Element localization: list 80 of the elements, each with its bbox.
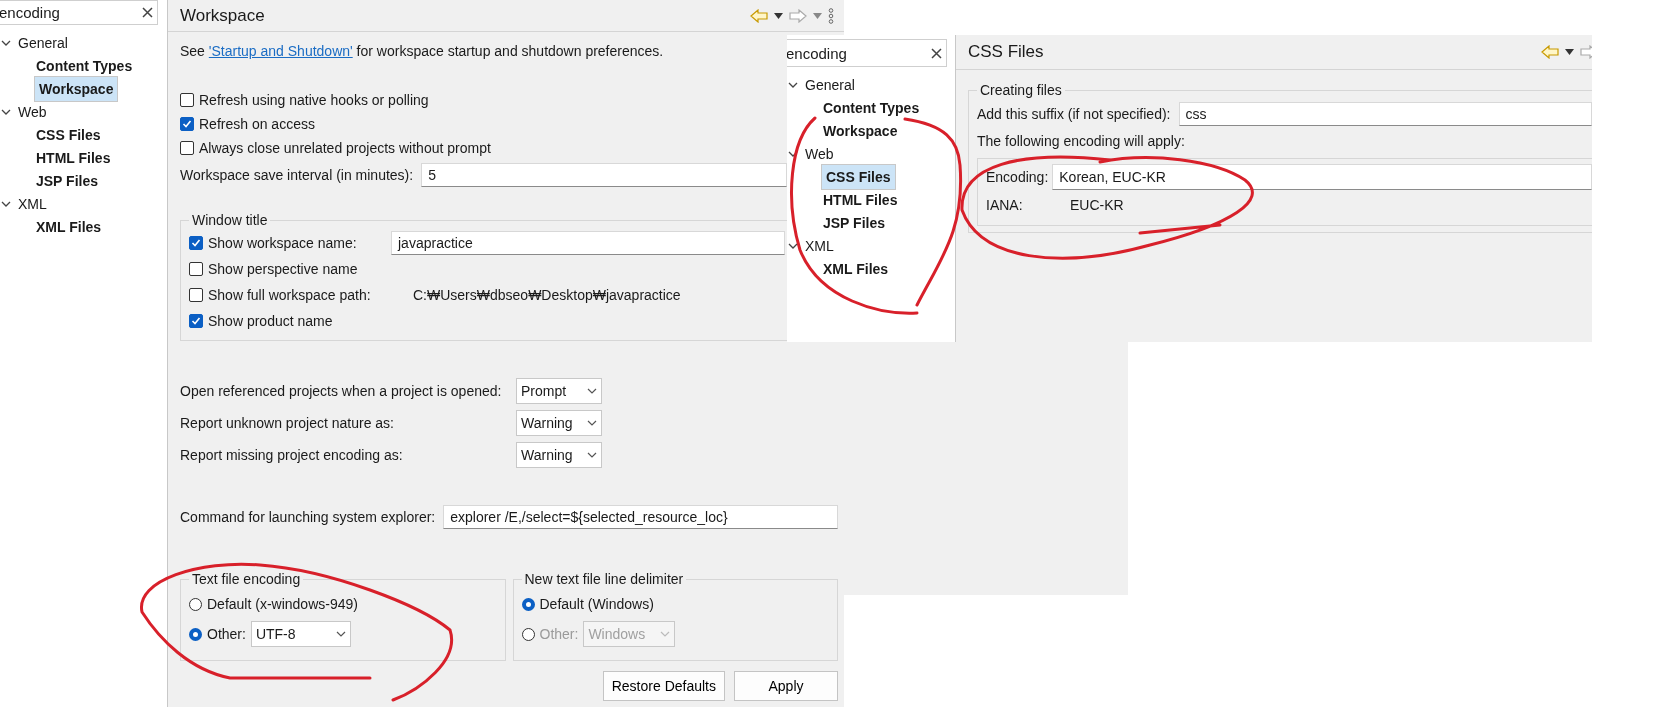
workspace-path: C:₩Users₩dbseo₩Desktop₩javapractice [413,287,681,303]
tree-item[interactable]: JSP Files [34,171,100,190]
dropdown-icon[interactable] [774,12,783,19]
apply-button[interactable]: Apply [734,671,838,701]
tree-item[interactable]: Content Types [34,56,135,75]
tree-item[interactable]: XML Files [34,217,104,236]
tree-item[interactable]: CSS Files [821,163,896,190]
dropdown[interactable]: Warning [516,442,602,468]
field-label: Report missing project encoding as: [180,447,404,463]
tree-item[interactable]: HTML Files [34,148,113,167]
field-label: Workspace save interval (in minutes): [180,167,414,183]
option-label: Other: [539,626,579,642]
tree-item[interactable]: Workspace [34,75,119,102]
tree-item[interactable]: Web [803,144,836,163]
filter-field[interactable]: encoding [787,39,947,67]
field-label: IANA: [986,197,1024,213]
chevron-down-icon[interactable] [587,388,597,394]
checkbox-label: Show workspace name: [208,235,358,251]
checkbox[interactable] [180,141,194,155]
dropdown-icon[interactable] [1565,49,1574,55]
menu-icon[interactable] [828,7,834,24]
tree-item[interactable]: XML [16,194,49,213]
chevron-down-icon[interactable] [587,420,597,426]
encoding-field: Korean, EUC-KR [1052,164,1592,190]
checkbox[interactable] [189,262,203,276]
checkbox[interactable] [180,93,194,107]
page-title: CSS Files [968,42,1044,62]
tree-item[interactable]: Content Types [821,98,922,117]
encoding-note: The following encoding will apply: [977,133,1185,149]
restore-button[interactable]: Restore Defaults [602,671,725,701]
iana-value: EUC-KR [1070,197,1124,213]
startup-link[interactable]: 'Startup and Shutdown' [208,43,353,59]
clear-icon[interactable] [931,47,942,59]
checkbox-label: Always close unrelated projects without prompt [199,140,491,156]
radio-button[interactable] [189,597,202,611]
field-label: Encoding: [986,169,1049,185]
checkbox-label: Refresh on access [199,116,315,132]
intro-text: See 'Startup and Shutdown' for workspace startup and shutdown preferences. [180,43,664,59]
field-label: Command for launching system explorer: [180,509,436,525]
tree-item[interactable]: General [803,75,857,94]
checkbox-label: Show perspective name [208,261,358,277]
clear-icon[interactable] [142,7,153,18]
checkbox-label: Show full workspace path: [208,287,372,303]
checkbox[interactable] [189,314,203,328]
field-label: Report unknown project nature as: [180,415,395,431]
checkbox[interactable] [189,236,203,250]
suffix-field[interactable]: css [1178,102,1592,126]
field-label: Open referenced projects when a project is opened: [180,383,503,399]
group-title: Creating files [979,82,1063,98]
group-title: New text file line delimiter [523,571,685,587]
group-title: Window title [191,212,269,228]
checkbox-label: Show product name [208,313,333,329]
checkbox[interactable] [189,288,203,302]
tree-item[interactable]: XML Files [821,259,891,278]
checkbox[interactable] [180,117,194,131]
option-label: Default (Windows) [539,596,654,612]
dropdown[interactable]: UTF-8 [250,621,351,647]
radio-button[interactable] [521,597,535,611]
tree-item[interactable]: General [16,33,70,52]
dropdown[interactable]: Prompt [516,378,602,404]
page-title: Workspace [180,5,265,26]
option-label: Other: [207,626,246,642]
tree-item[interactable]: Workspace [821,121,900,140]
dropdown[interactable]: Warning [516,410,602,436]
tree-item[interactable]: Web [16,102,49,121]
option-label: Default (x-windows-949) [207,596,358,612]
tree-item[interactable]: JSP Files [821,213,887,232]
tree-item[interactable]: XML [803,236,836,255]
field-label: Add this suffix (if not specified): [977,106,1171,122]
interval-field[interactable]: 5 [421,163,788,187]
radio-button[interactable] [189,627,202,641]
filter-field[interactable]: encoding [0,0,158,25]
chevron-down-icon[interactable] [335,631,346,637]
tree-item[interactable]: HTML Files [821,190,900,209]
command-field[interactable]: explorer /E,/select=${selected_resource_loc} [443,505,838,529]
checkbox-label: Refresh using native hooks or polling [199,92,429,108]
group-title: Text file encoding [191,571,302,587]
workspace-name-field[interactable]: javapractice [391,231,785,255]
tree-item[interactable]: CSS Files [34,125,103,144]
chevron-down-icon[interactable] [587,452,597,458]
